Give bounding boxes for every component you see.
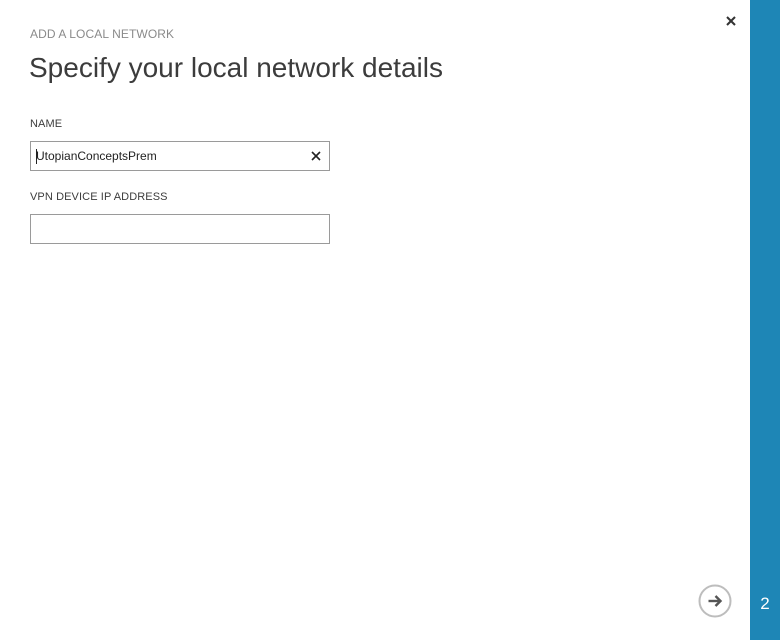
- vpn-ip-field-container: [30, 214, 330, 244]
- name-field-container: [30, 141, 330, 171]
- vpn-ip-label: VPN DEVICE IP ADDRESS: [30, 191, 168, 203]
- close-icon[interactable]: [722, 12, 740, 30]
- step-number: 2: [760, 594, 770, 613]
- page-title: Specify your local network details: [29, 52, 443, 83]
- wizard-step-bar: 2: [750, 0, 780, 640]
- vpn-ip-input[interactable]: [31, 215, 326, 243]
- name-label: NAME: [30, 118, 63, 130]
- clear-icon[interactable]: [309, 149, 323, 163]
- add-local-network-dialog: ADD A LOCAL NETWORK Specify your local n…: [0, 0, 750, 640]
- dialog-eyebrow: ADD A LOCAL NETWORK: [30, 27, 175, 41]
- name-input[interactable]: [31, 142, 304, 170]
- text-caret: [36, 149, 37, 164]
- arrow-right-circle-icon[interactable]: [698, 584, 732, 618]
